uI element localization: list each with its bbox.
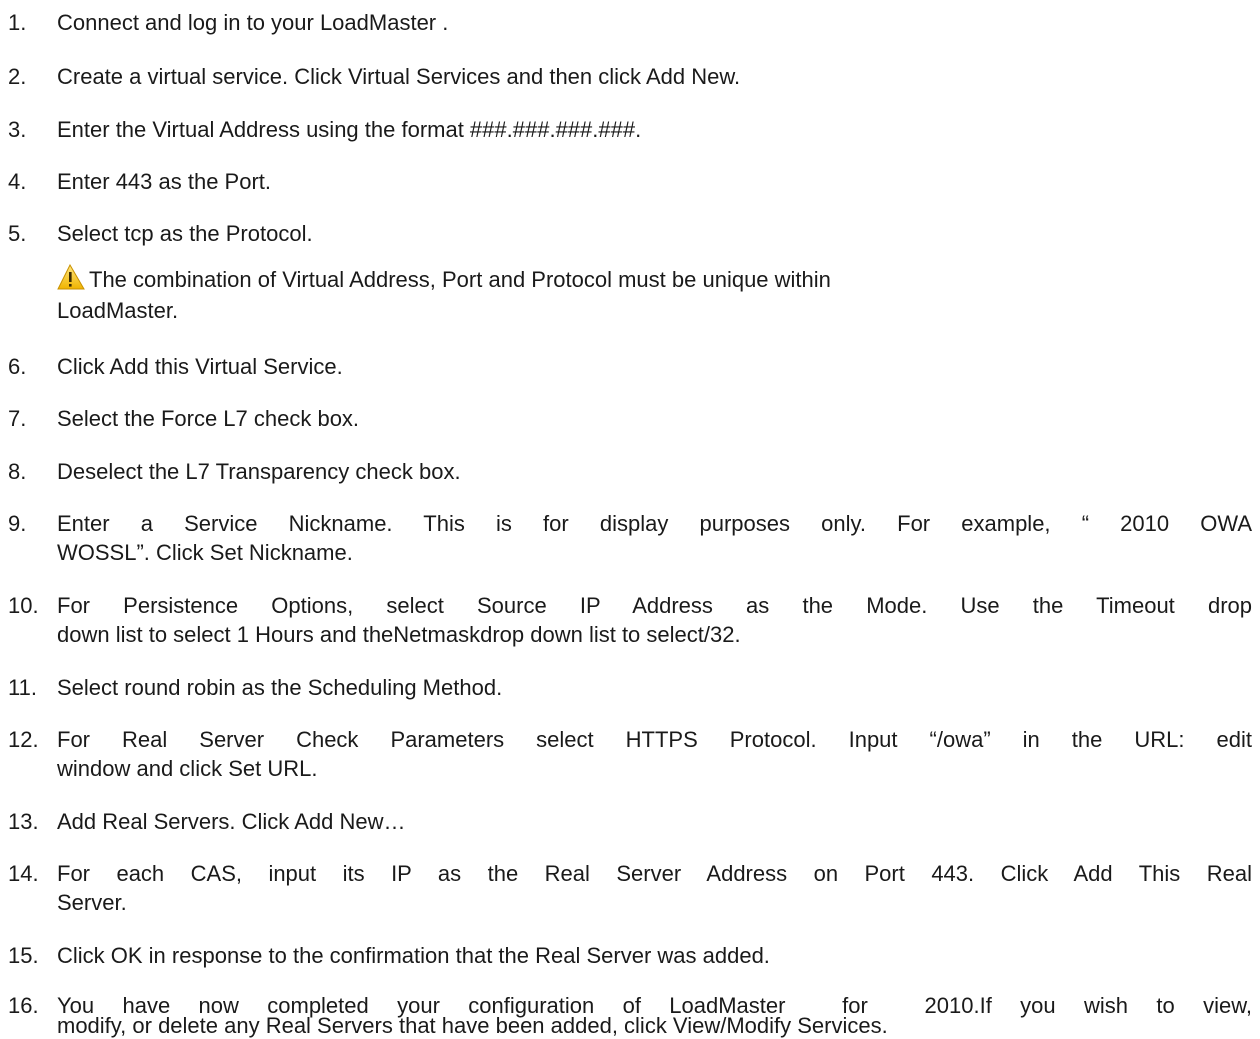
step-text: Select round robin as the Scheduling Met… [57,675,503,700]
step-number: 12. [8,727,39,752]
document: 1. Connect and log in to your LoadMaster… [0,0,1260,1038]
step-text: Enter 443 as the Port. [57,169,272,194]
step-number: 10. [8,593,39,618]
step-number: 11. [8,675,37,700]
step-number: 7. [8,406,27,431]
step-text: Click OK in response to the confirmation… [57,943,770,968]
step-number: 3. [8,117,27,142]
step-number: 1. [8,10,27,35]
step-text: Click Add this Virtual Service. [57,354,343,379]
step-text: Connect and log in to your LoadMaster . [57,10,449,35]
step-text-continued: Server. [57,890,127,915]
warning-icon [57,263,87,290]
warning-text: The combination of Virtual Address, Port… [89,267,831,292]
step-number: 4. [8,169,27,194]
step-number: 14. [8,861,39,886]
step-text: Select tcp as the Protocol. [57,221,313,246]
step-number: 9. [8,511,27,536]
step-text: Create a virtual service. Click Virtual … [57,64,741,89]
step-text: Enter a Service Nickname. This is for di… [57,511,1252,536]
step-number: 15. [8,943,39,968]
step-text-continued: window and click Set URL. [57,756,318,781]
step-number: 5. [8,221,27,246]
step-text: Select the Force L7 check box. [57,406,360,431]
step-number: 2. [8,64,27,89]
step-text-continued: WOSSL”. Click Set Nickname. [57,540,353,565]
step-text: Deselect the L7 Transparency check box. [57,459,461,484]
step-text: Enter the Virtual Address using the form… [57,117,642,142]
step-text-continued: modify, or delete any Real Servers that … [57,1013,888,1038]
step-number: 16. [8,993,39,1018]
step-text: For each CAS, input its IP as the Real S… [57,861,1252,886]
step-text: For Persistence Options, select Source I… [57,593,1252,618]
step-number: 6. [8,354,27,379]
step-number: 8. [8,459,27,484]
step-text-continued: down list to select 1 Hours and theNetma… [57,622,741,647]
step-text: For Real Server Check Parameters select … [57,727,1252,752]
step-text: Add Real Servers. Click Add New… [57,809,406,834]
warning-text-continued: LoadMaster. [57,298,179,323]
step-number: 13. [8,809,39,834]
warning-note: The combination of Virtual Address, Port… [57,263,1252,324]
